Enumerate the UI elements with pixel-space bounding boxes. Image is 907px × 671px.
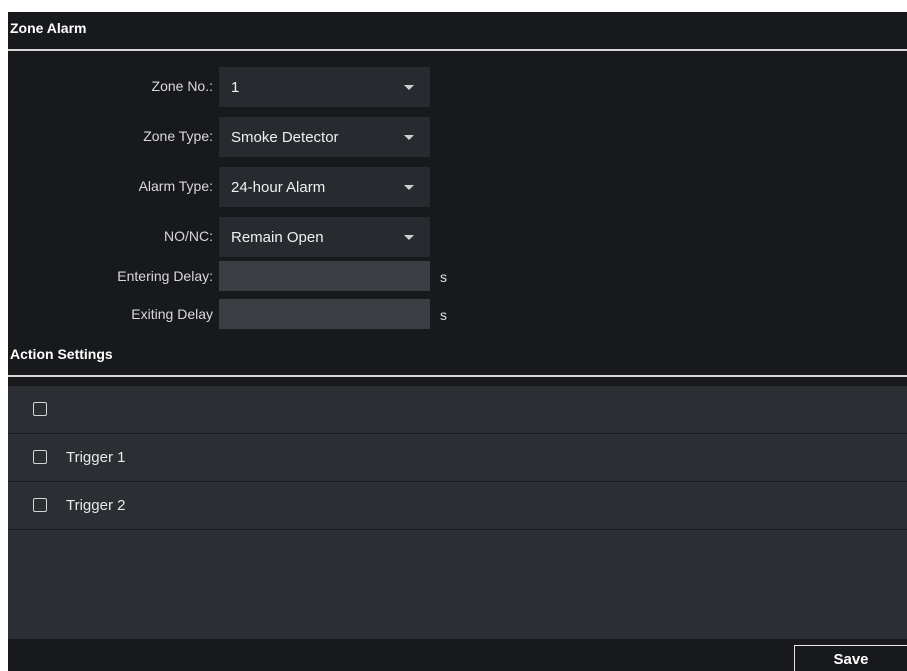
zone-type-select[interactable]: Smoke Detector [219, 117, 430, 157]
entering-delay-label: Entering Delay: [117, 268, 213, 284]
no-nc-select[interactable]: Remain Open [219, 217, 430, 257]
zone-no-label: Zone No.: [151, 78, 213, 94]
chevron-down-icon [404, 135, 414, 140]
action-row-trigger-1: Trigger 1 [8, 434, 907, 482]
action-row-label: Trigger 2 [66, 497, 126, 514]
zone-alarm-panel: Zone Alarm Zone No.: 1 Zone Type: Smoke … [8, 12, 907, 671]
save-button[interactable]: Save [794, 645, 907, 671]
zone-alarm-divider [8, 49, 907, 51]
chevron-down-icon [404, 235, 414, 240]
checkbox-trigger-2[interactable] [33, 498, 47, 512]
action-settings-title: Action Settings [10, 346, 113, 362]
alarm-type-value: 24-hour Alarm [231, 179, 326, 196]
zone-type-value: Smoke Detector [231, 129, 339, 146]
exiting-delay-input[interactable] [219, 299, 430, 329]
zone-no-value: 1 [231, 79, 240, 96]
zone-type-label: Zone Type: [143, 128, 213, 144]
chevron-down-icon [404, 185, 414, 190]
action-row-select-all [8, 386, 907, 434]
exiting-delay-label: Exiting Delay [131, 306, 213, 322]
zone-alarm-title: Zone Alarm [10, 20, 87, 36]
action-row-trigger-2: Trigger 2 [8, 482, 907, 530]
no-nc-label: NO/NC: [164, 228, 213, 244]
checkbox-trigger-1[interactable] [33, 450, 47, 464]
action-row-label: Trigger 1 [66, 449, 126, 466]
alarm-type-select[interactable]: 24-hour Alarm [219, 167, 430, 207]
zone-no-select[interactable]: 1 [219, 67, 430, 107]
action-settings-divider [8, 375, 907, 377]
action-table: Trigger 1 Trigger 2 [8, 386, 907, 639]
entering-delay-unit: s [440, 269, 447, 285]
alarm-type-label: Alarm Type: [138, 178, 213, 194]
no-nc-value: Remain Open [231, 229, 324, 246]
chevron-down-icon [404, 85, 414, 90]
exiting-delay-unit: s [440, 307, 447, 323]
entering-delay-input[interactable] [219, 261, 430, 291]
checkbox-select-all[interactable] [33, 402, 47, 416]
